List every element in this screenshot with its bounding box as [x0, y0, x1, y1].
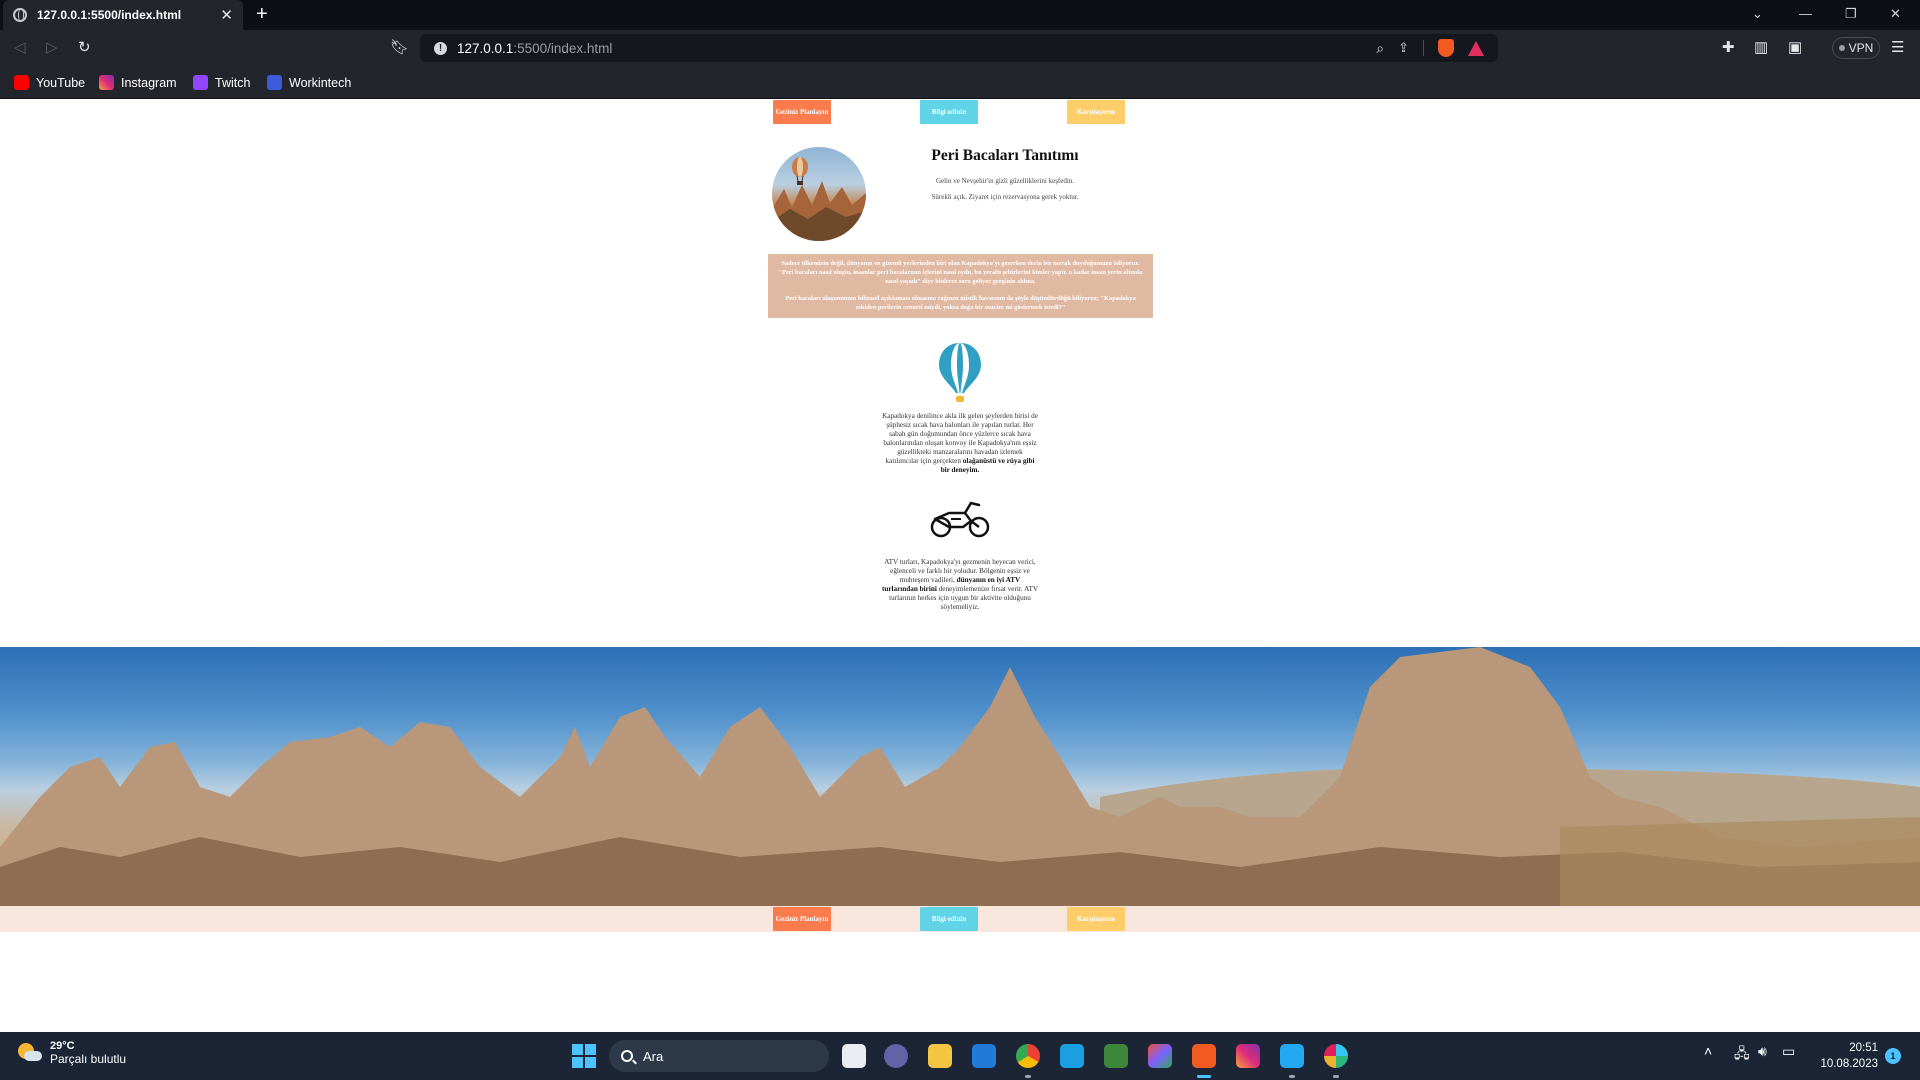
teams-chat-icon[interactable]: [884, 1044, 908, 1068]
notification-badge[interactable]: 1: [1885, 1048, 1901, 1064]
footer-compare-button[interactable]: Karşılaştırın: [1067, 907, 1125, 931]
info-paragraph-1: Sadece ülkemizin değil, dünyanın en gize…: [778, 260, 1143, 285]
start-icon[interactable]: [572, 1044, 596, 1068]
mail-icon[interactable]: [972, 1044, 996, 1068]
vpn-button[interactable]: VPN: [1832, 37, 1880, 59]
vscode-running-indicator: [1289, 1075, 1295, 1078]
bookmark-label: Workintech: [289, 75, 352, 90]
youtube-icon: [14, 75, 29, 90]
info-box: Sadece ülkemizin değil, dünyanın en gize…: [768, 254, 1153, 318]
intro-line-2: Sürekli açık. Ziyaret için rezervasyona …: [931, 193, 1079, 201]
weather-temperature: 29°C: [50, 1040, 75, 1052]
weather-description: Parçalı bulutlu: [50, 1052, 127, 1066]
close-tab-icon[interactable]: ✕: [220, 8, 233, 23]
bookmark-label: Instagram: [121, 75, 177, 90]
close-window-button[interactable]: ✕: [1890, 6, 1901, 22]
new-tab-button[interactable]: +: [256, 4, 268, 24]
slack-icon[interactable]: [1324, 1044, 1348, 1068]
git-icon[interactable]: [1148, 1044, 1172, 1068]
footer-learn-more-button[interactable]: Bilgi edinin: [920, 907, 978, 931]
tray-overflow-icon[interactable]: ˄: [1704, 1043, 1712, 1059]
partly-cloudy-icon: [18, 1043, 42, 1063]
share-icon[interactable]: ⇪: [1398, 40, 1409, 56]
fairy-chimneys-panorama: [0, 647, 1920, 906]
tab-search-chevron-icon[interactable]: ⌄: [1752, 6, 1763, 22]
atv-description: ATV turları, Kapadokya'yı gezmenin heyec…: [881, 558, 1039, 612]
top-nav: Geziniz Planlayın Bilgi edinin Karşılaşt…: [0, 99, 1920, 125]
bookmark-youtube[interactable]: YouTube: [14, 75, 85, 90]
workintech-icon: [267, 75, 282, 90]
motorcycle-icon: [929, 499, 991, 539]
battery-icon[interactable]: ▭: [1782, 1043, 1795, 1060]
tab-bar: 127.0.0.1:5500/index.html ✕ + ⌄ — ❐ ✕: [0, 0, 1920, 30]
slack-running-indicator: [1333, 1075, 1339, 1078]
minimize-button[interactable]: —: [1799, 6, 1812, 22]
forward-button[interactable]: ▷: [46, 39, 58, 57]
site-info-icon[interactable]: !: [434, 41, 447, 55]
bookmark-icon[interactable]: 🔖︎: [390, 39, 409, 57]
instagram-icon: [99, 75, 114, 90]
menu-icon[interactable]: ☰: [1891, 39, 1904, 57]
address-bar[interactable]: ! 127.0.0.1 :5500/index.html ⌕ ⇪: [420, 34, 1498, 62]
volume-icon[interactable]: 🔊︎: [1758, 1043, 1767, 1060]
tab-title: 127.0.0.1:5500/index.html: [37, 8, 182, 22]
brave-icon[interactable]: [1192, 1044, 1216, 1068]
globe-icon: [13, 8, 27, 22]
search-icon: [621, 1050, 633, 1062]
bookmark-instagram[interactable]: Instagram: [99, 75, 177, 90]
omnibox-divider: [1423, 40, 1424, 56]
chrome-running-indicator: [1025, 1075, 1031, 1078]
taskbar-search[interactable]: Ara: [609, 1040, 829, 1072]
bookmark-label: YouTube: [36, 75, 86, 90]
bookmarks-bar: YouTube Instagram Twitch Workintech: [0, 67, 1920, 99]
plan-trip-button[interactable]: Geziniz Planlayın: [773, 100, 831, 124]
vscode-icon[interactable]: [1280, 1044, 1304, 1068]
footer-plan-trip-button[interactable]: Geziniz Planlayın: [773, 907, 831, 931]
bookmark-label: Twitch: [215, 75, 251, 90]
url-path: :5500/index.html: [513, 40, 613, 56]
footer-nav: Geziniz Planlayın Bilgi edinin Karşılaşt…: [0, 906, 1920, 932]
clock-time: 20:51: [1849, 1042, 1878, 1054]
extensions-icon[interactable]: ✚: [1722, 39, 1735, 57]
file-explorer-icon[interactable]: [928, 1044, 952, 1068]
sidebar-icon[interactable]: ▥: [1754, 39, 1768, 57]
bookmark-twitch[interactable]: Twitch: [193, 75, 250, 90]
info-paragraph-2: Peri bacaları oluşumunun bilimsel açıkla…: [785, 295, 1136, 311]
restore-button[interactable]: ❐: [1845, 6, 1857, 22]
hero-image: [772, 147, 866, 241]
taskbar-clock[interactable]: 20:51 10.08.2023: [1808, 1040, 1878, 1072]
clock-date: 10.08.2023: [1820, 1058, 1878, 1070]
network-icon[interactable]: 🖧︎: [1734, 1043, 1750, 1067]
page-viewport: Geziniz Planlayın Bilgi edinin Karşılaşt…: [0, 99, 1920, 1032]
back-button[interactable]: ◁: [14, 39, 26, 57]
reload-button[interactable]: ↻: [78, 39, 91, 57]
brave-shields-icon[interactable]: [1438, 39, 1454, 57]
node-icon[interactable]: [1104, 1044, 1128, 1068]
chrome-icon[interactable]: [1016, 1044, 1040, 1068]
brave-rewards-icon[interactable]: [1468, 40, 1484, 56]
learn-more-button[interactable]: Bilgi edinin: [920, 100, 978, 124]
hot-air-balloon-icon: [937, 341, 983, 403]
instagram-app-icon[interactable]: [1236, 1044, 1260, 1068]
windows-taskbar: 29°C Parçalı bulutlu Ara ˄ 🖧︎ 🔊︎ ▭ 20:51…: [0, 1032, 1920, 1080]
wallet-icon[interactable]: ▣: [1788, 39, 1802, 57]
twitch-icon: [193, 75, 208, 90]
bookmark-workintech[interactable]: Workintech: [267, 75, 351, 90]
url-host: 127.0.0.1: [457, 40, 514, 56]
balloon-description: Kapadokya denilince akla ilk gelen şeyle…: [881, 412, 1039, 475]
vpn-label: VPN: [1848, 41, 1874, 55]
task-view-icon[interactable]: [842, 1044, 866, 1068]
vpn-status-dot: [1838, 45, 1845, 51]
weather-widget[interactable]: 29°C Parçalı bulutlu: [18, 1040, 126, 1066]
compare-button[interactable]: Karşılaştırın: [1067, 100, 1125, 124]
remote-desktop-icon[interactable]: [1060, 1044, 1084, 1068]
browser-tab-active[interactable]: 127.0.0.1:5500/index.html ✕: [3, 0, 243, 30]
brave-active-indicator: [1197, 1075, 1211, 1078]
search-label: Ara: [643, 1048, 664, 1064]
browser-toolbar: ◁ ▷ ↻ 🔖︎ ! 127.0.0.1 :5500/index.html ⌕ …: [0, 30, 1920, 67]
page-title: Peri Bacaları Tanıtımı: [931, 147, 1079, 164]
intro-line-1: Gelin ve Nevşehir'in gizli güzelliklerin…: [935, 177, 1075, 185]
zoom-icon[interactable]: ⌕: [1376, 40, 1384, 57]
